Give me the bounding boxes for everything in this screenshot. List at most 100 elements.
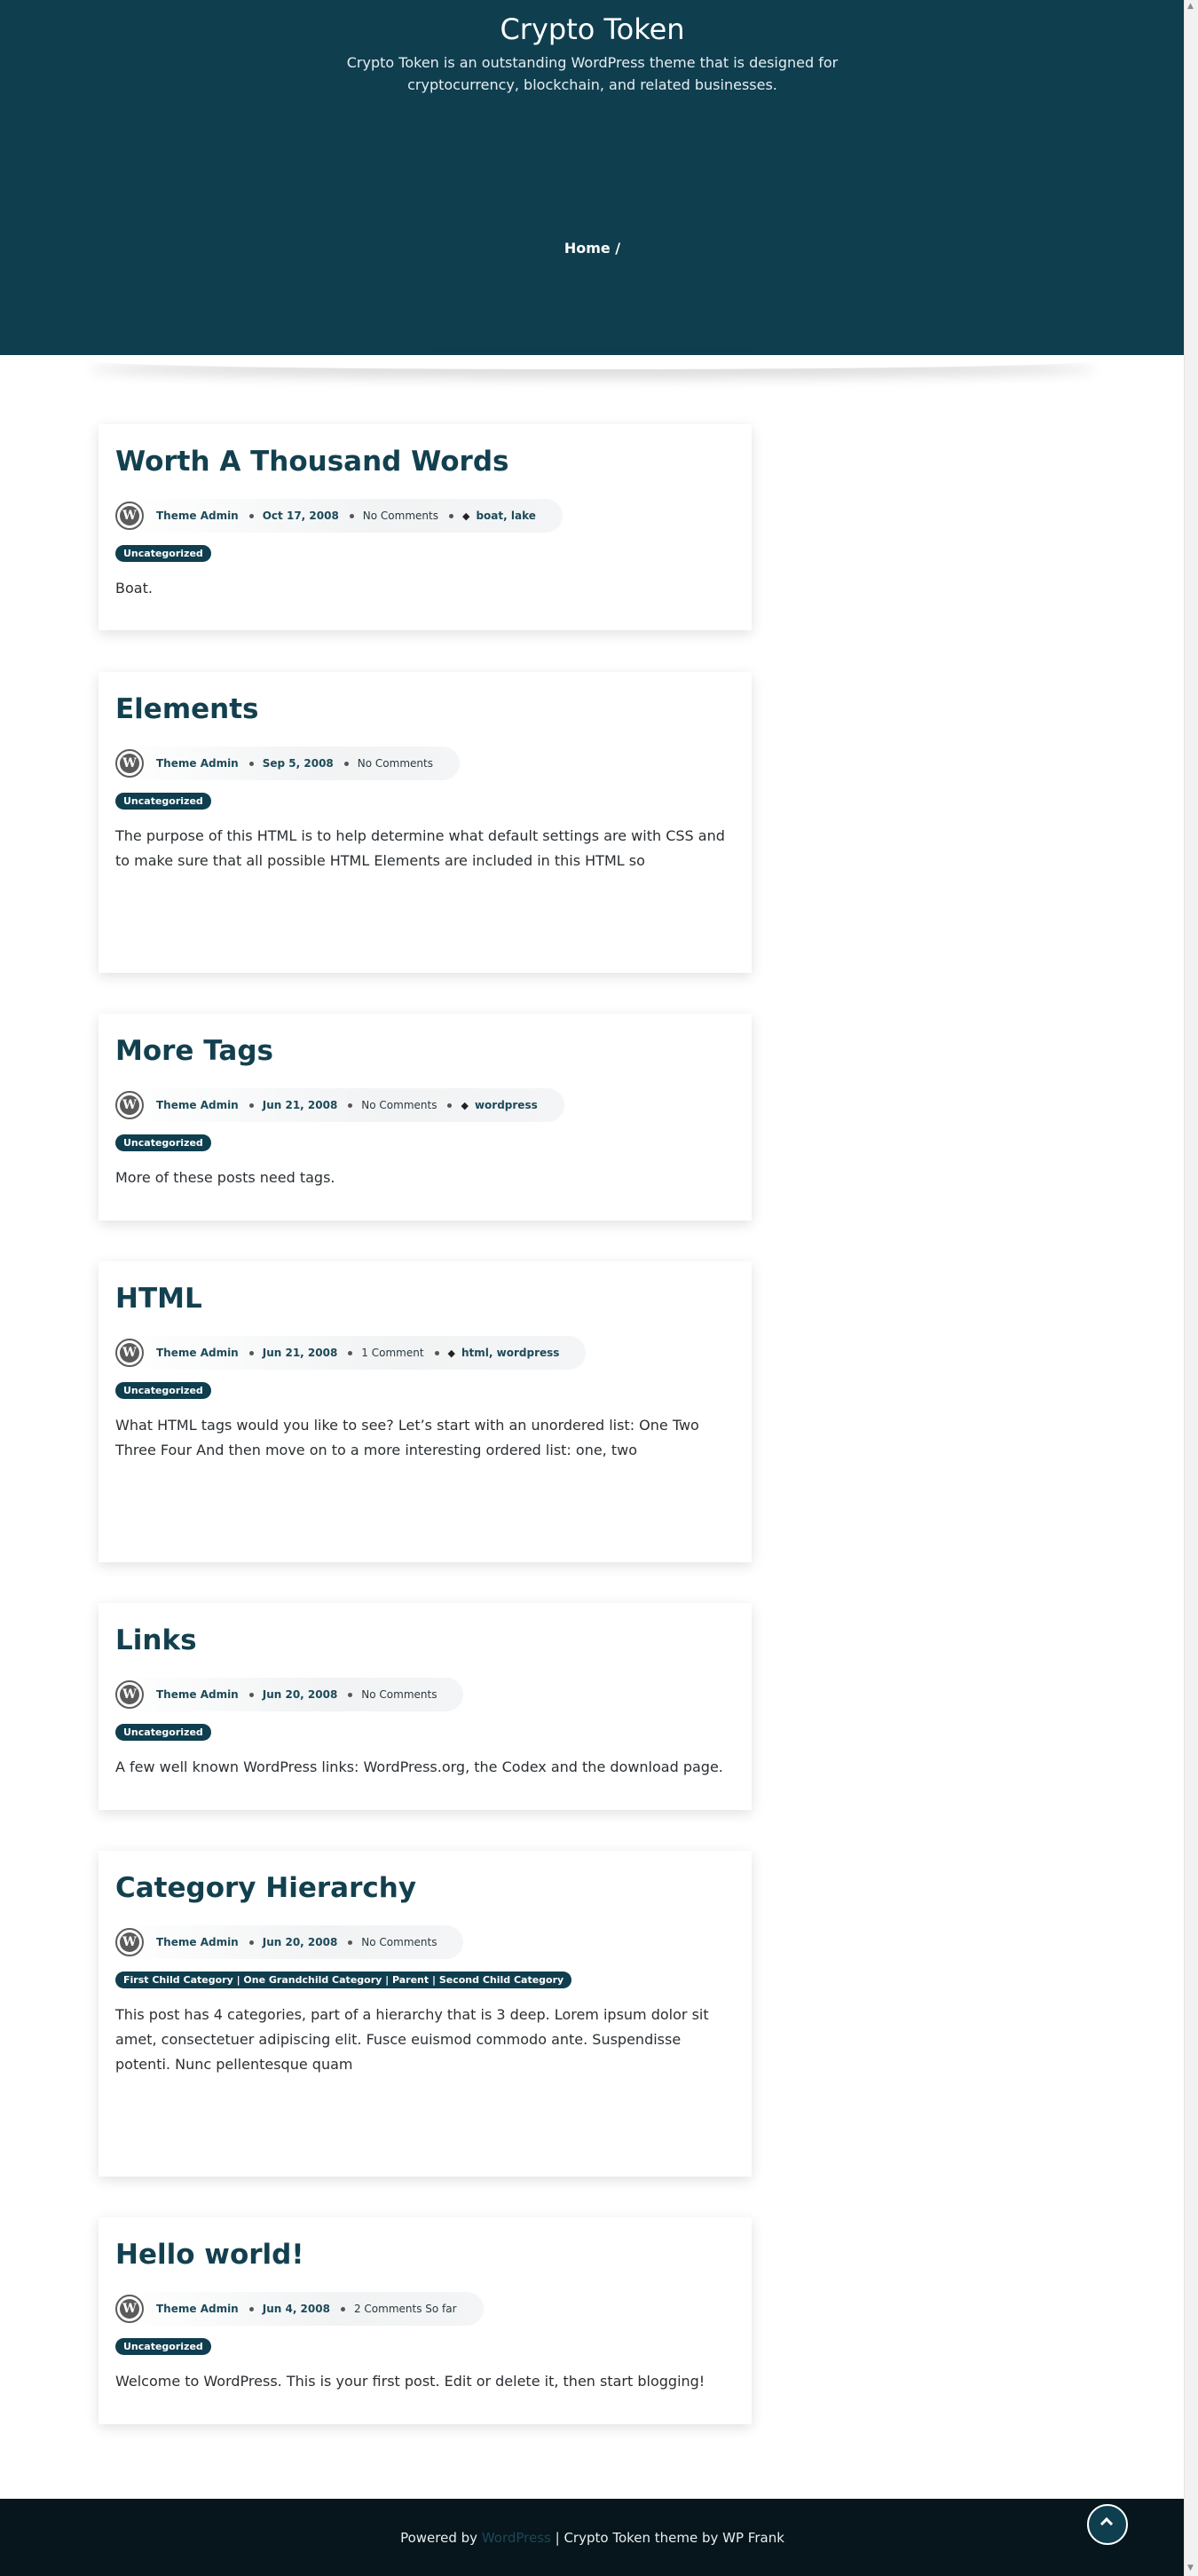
chevron-up-icon <box>1099 2517 1114 2531</box>
post-excerpt: A few well known WordPress links: WordPr… <box>115 1758 723 1775</box>
post-tags[interactable]: boat, lake <box>476 510 535 522</box>
post-title[interactable]: Links <box>115 1624 197 1656</box>
separator-dot <box>349 513 354 518</box>
post-date[interactable]: Sep 5, 2008 <box>263 757 334 770</box>
site-description: Crypto Token is an outstanding WordPress… <box>346 54 839 93</box>
separator-dot <box>348 1940 353 1945</box>
author-avatar-wordpress-icon: W <box>115 2295 144 2323</box>
post-card: Elements W Theme Admin Sep 5, 2008 No Co… <box>99 672 752 973</box>
separator-dot <box>348 1350 353 1355</box>
post-comments[interactable]: No Comments <box>363 510 438 522</box>
post-excerpt: This post has 4 categories, part of a hi… <box>115 2006 709 2073</box>
site-footer: Powered by WordPress | Crypto Token them… <box>0 2499 1185 2576</box>
separator-dot <box>248 1350 254 1355</box>
site-title[interactable]: Crypto Token <box>0 12 1185 46</box>
post-meta: W Theme Admin Oct 17, 2008 No Comments ◆… <box>115 499 563 533</box>
post-author[interactable]: Theme Admin <box>156 1688 239 1701</box>
header-divider-shadow <box>89 352 1096 369</box>
separator-dot <box>248 1940 254 1945</box>
author-avatar-wordpress-icon: W <box>115 1928 144 1956</box>
post-title[interactable]: Worth A Thousand Words <box>115 446 508 478</box>
tag-icon: ◆ <box>461 510 470 522</box>
post-date[interactable]: Jun 20, 2008 <box>263 1688 338 1701</box>
post-author[interactable]: Theme Admin <box>156 1099 239 1111</box>
category-badge[interactable]: Uncategorized <box>115 793 211 810</box>
post-author[interactable]: Theme Admin <box>156 2303 239 2315</box>
breadcrumb[interactable]: Home / <box>0 240 1185 257</box>
post-meta: W Theme Admin Jun 4, 2008 2 Comments So … <box>115 2292 484 2326</box>
footer-wordpress-link[interactable]: WordPress <box>482 2530 551 2546</box>
scroll-down-arrow-icon[interactable]: ▼ <box>1187 2564 1194 2572</box>
scroll-up-arrow-icon[interactable]: ▲ <box>1187 2 1194 11</box>
author-avatar-wordpress-icon: W <box>115 502 144 530</box>
post-excerpt: Boat. <box>115 580 153 597</box>
footer-theme-credit[interactable]: | Crypto Token theme by WP Frank <box>556 2530 784 2546</box>
separator-dot <box>248 2306 254 2311</box>
category-badge[interactable]: Uncategorized <box>115 2338 211 2355</box>
category-badge[interactable]: Uncategorized <box>115 545 211 562</box>
category-badge[interactable]: Uncategorized <box>115 1134 211 1151</box>
post-date[interactable]: Jun 21, 2008 <box>263 1347 338 1359</box>
post-date[interactable]: Jun 21, 2008 <box>263 1099 338 1111</box>
post-date[interactable]: Jun 4, 2008 <box>263 2303 330 2315</box>
vertical-scrollbar[interactable]: ▲ ▼ <box>1184 0 1198 2576</box>
post-author[interactable]: Theme Admin <box>156 1936 239 1948</box>
post-card: Category Hierarchy W Theme Admin Jun 20,… <box>99 1851 752 2177</box>
post-date[interactable]: Oct 17, 2008 <box>263 510 339 522</box>
post-title[interactable]: HTML <box>115 1283 202 1315</box>
author-avatar-wordpress-icon: W <box>115 1091 144 1119</box>
post-comments[interactable]: No Comments <box>361 1688 437 1701</box>
post-title[interactable]: More Tags <box>115 1035 273 1067</box>
separator-dot <box>340 2306 345 2311</box>
post-comments[interactable]: No Comments <box>358 757 433 770</box>
separator-dot <box>447 1102 453 1108</box>
post-comments[interactable]: No Comments <box>361 1099 437 1111</box>
category-badge[interactable]: First Child Category | One Grandchild Ca… <box>115 1972 572 1988</box>
post-comments[interactable]: No Comments <box>361 1936 437 1948</box>
post-card: Links W Theme Admin Jun 20, 2008 No Comm… <box>99 1603 752 1810</box>
category-badge[interactable]: Uncategorized <box>115 1382 211 1399</box>
post-title[interactable]: Elements <box>115 693 259 725</box>
post-meta: W Theme Admin Jun 21, 2008 No Comments ◆… <box>115 1088 564 1122</box>
separator-dot <box>248 1102 254 1108</box>
separator-dot <box>448 513 453 518</box>
author-avatar-wordpress-icon: W <box>115 1339 144 1367</box>
post-date[interactable]: Jun 20, 2008 <box>263 1936 338 1948</box>
separator-dot <box>248 513 254 518</box>
post-title[interactable]: Category Hierarchy <box>115 1872 416 1904</box>
post-excerpt: What HTML tags would you like to see? Le… <box>115 1417 699 1458</box>
scroll-to-top-button[interactable] <box>1087 2504 1128 2545</box>
separator-dot <box>348 1692 353 1697</box>
tag-icon: ◆ <box>461 1099 469 1111</box>
post-meta: W Theme Admin Jun 20, 2008 No Comments <box>115 1925 464 1959</box>
post-meta: W Theme Admin Jun 21, 2008 1 Comment ◆ h… <box>115 1336 587 1370</box>
post-excerpt: The purpose of this HTML is to help dete… <box>115 827 725 869</box>
post-meta: W Theme Admin Jun 20, 2008 No Comments <box>115 1678 464 1711</box>
post-author[interactable]: Theme Admin <box>156 1347 239 1359</box>
category-badge[interactable]: Uncategorized <box>115 1724 211 1741</box>
post-tags[interactable]: wordpress <box>475 1099 538 1111</box>
post-tags[interactable]: html, wordpress <box>461 1347 559 1359</box>
post-card: More Tags W Theme Admin Jun 21, 2008 No … <box>99 1014 752 1221</box>
post-card: Hello world! W Theme Admin Jun 4, 2008 2… <box>99 2217 752 2424</box>
post-card: HTML W Theme Admin Jun 21, 2008 1 Commen… <box>99 1261 752 1562</box>
post-card: Worth A Thousand Words W Theme Admin Oct… <box>99 424 752 630</box>
post-comments[interactable]: 1 Comment <box>361 1347 423 1359</box>
post-meta: W Theme Admin Sep 5, 2008 No Comments <box>115 747 460 780</box>
tag-icon: ◆ <box>447 1347 456 1359</box>
post-excerpt: Welcome to WordPress. This is your first… <box>115 2373 705 2390</box>
separator-dot <box>248 761 254 766</box>
separator-dot <box>248 1692 254 1697</box>
separator-dot <box>343 761 349 766</box>
post-excerpt: More of these posts need tags. <box>115 1169 335 1186</box>
separator-dot <box>434 1350 439 1355</box>
post-author[interactable]: Theme Admin <box>156 757 239 770</box>
site-header: Crypto Token Crypto Token is an outstand… <box>0 0 1185 355</box>
footer-powered-by: Powered by <box>400 2530 478 2546</box>
footer-credits: Powered by WordPress | Crypto Token them… <box>0 2530 1185 2546</box>
author-avatar-wordpress-icon: W <box>115 749 144 778</box>
post-author[interactable]: Theme Admin <box>156 510 239 522</box>
post-title[interactable]: Hello world! <box>115 2239 304 2271</box>
author-avatar-wordpress-icon: W <box>115 1680 144 1709</box>
post-comments[interactable]: 2 Comments So far <box>354 2303 457 2315</box>
